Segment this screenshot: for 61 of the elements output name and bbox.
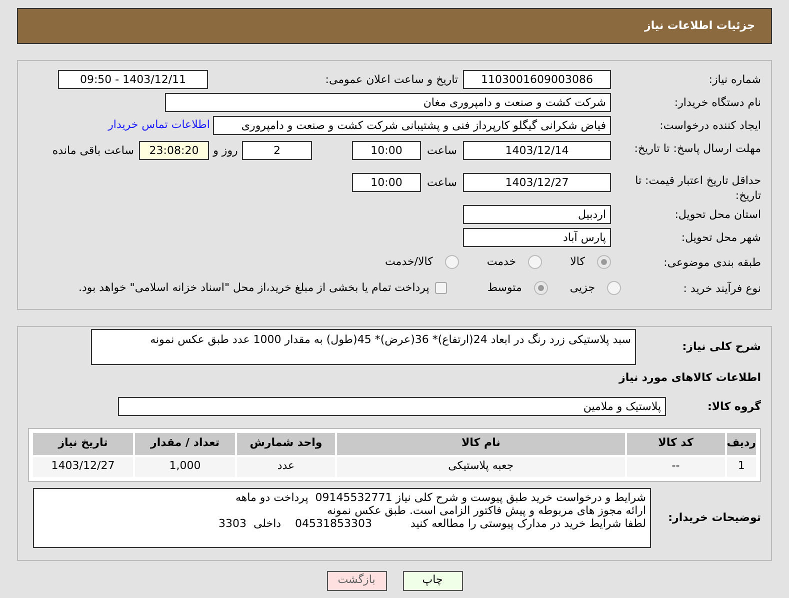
table-cell: 1 <box>726 456 757 478</box>
table-cell: 1403/12/27 <box>32 456 134 478</box>
field-label: ساعت باقی مانده <box>52 143 134 159</box>
table-cell: 1,000 <box>134 456 236 478</box>
field-label: نام دستگاه خریدار: <box>673 95 761 110</box>
field-value: 1103001609003086 <box>463 70 611 89</box>
field-value: پلاستیک و ملامین <box>118 396 666 416</box>
buyer-notes-textarea[interactable]: شرایط و درخواست خرید طبق پیوست و شرح کلی نیاز 09145532771 پرداخت دو ماهه ارائه مجوز های مربوطه و پیش فاکتور الزامی است. طبق عکس نمونه لطفا شرایط خرید در مدارک پیوستی را مطالعه کنید 04531853303 داخلی 3303 <box>33 488 651 548</box>
field-value: 10:00 <box>352 141 421 160</box>
field-value: فیاض شکرانی گیگلو کارپرداز فنی و پشتیبانی شرکت کشت و صنعت و دامپروری <box>213 116 611 135</box>
radio-button[interactable] <box>534 281 548 295</box>
field-value: 23:08:20 <box>139 141 209 160</box>
field-label: گروه کالا: <box>706 398 761 414</box>
field-value: شرکت کشت و صنعت و دامپروری مغان <box>165 93 611 112</box>
table-header: تاریخ نیاز <box>32 432 134 456</box>
field-label: استان محل تحویل: <box>674 207 761 222</box>
field-label: ساعت <box>426 175 458 191</box>
table-cell: عدد <box>236 456 336 478</box>
field-label: طبقه بندی موضوعی: <box>662 254 761 270</box>
field-label: روز و <box>212 143 239 159</box>
radio-button[interactable] <box>444 255 459 269</box>
table-header: واحد شمارش <box>236 432 336 456</box>
field-value: 2 <box>242 141 312 160</box>
field-value: 10:00 <box>352 173 421 192</box>
radio-label: متوسط <box>487 280 522 296</box>
section-title: اطلاعات کالاهای مورد نیاز <box>618 370 761 386</box>
description-textarea[interactable]: سبد پلاستیکی زرد رنگ در ابعاد 24(ارتفاع)* 36(عرض)* 45(طول) به مقدار 1000 عدد طبق عکس نمونه <box>91 329 636 365</box>
field-value: 1403/12/11 - 09:50 <box>58 70 208 89</box>
field-label: شماره نیاز: <box>708 72 761 87</box>
table-header: تعداد / مقدار <box>134 432 236 456</box>
field-label: توضیحات خریدار: <box>667 510 761 525</box>
table-cell: جعبه پلاستیکی <box>336 456 626 478</box>
radio-button[interactable] <box>528 255 542 269</box>
radio-label: جزیی <box>570 280 595 296</box>
field-label: تاریخ و ساعت اعلان عمومی: <box>324 72 458 87</box>
table-header: نام کالا <box>336 432 626 456</box>
field-label: شرح کلی نیاز: <box>681 339 761 354</box>
radio-label: کالا/خدمت <box>385 254 433 270</box>
table-header: کد کالا <box>626 432 726 456</box>
radio-label: کالا <box>570 254 585 270</box>
table-header: ردیف <box>726 432 757 456</box>
radio-button[interactable] <box>607 281 621 295</box>
payment-note: پرداخت تمام یا بخشی از مبلغ خرید،از محل "اسناد خزانه اسلامی" خواهد بود. <box>78 280 430 296</box>
back-button[interactable]: بازگشت <box>326 570 386 590</box>
field-value: اردبیل <box>463 205 611 224</box>
checkbox[interactable] <box>435 282 448 294</box>
radio-label: خدمت <box>486 254 516 270</box>
field-value: پارس آباد <box>463 228 611 247</box>
field-label: نوع فرآیند خرید : <box>682 280 761 296</box>
field-label: حداقل تاریخ اعتبار قیمت: تا تاریخ: <box>634 173 761 203</box>
table-cell: -- <box>626 456 726 478</box>
field-label: شهر محل تحویل: <box>680 230 761 245</box>
field-label: ساعت <box>426 143 458 159</box>
field-value: 1403/12/27 <box>463 173 611 192</box>
field-label: مهلت ارسال پاسخ: تا تاریخ: <box>633 141 761 156</box>
buyer-contact-link[interactable]: اطلاعات تماس خریدار <box>108 117 210 134</box>
page-title: جزئیات اطلاعات نیاز <box>644 18 755 34</box>
field-value: 1403/12/14 <box>463 141 611 160</box>
field-label: ایجاد کننده درخواست: <box>658 118 761 133</box>
radio-button[interactable] <box>597 255 611 269</box>
print-button[interactable]: چاپ <box>402 570 462 590</box>
